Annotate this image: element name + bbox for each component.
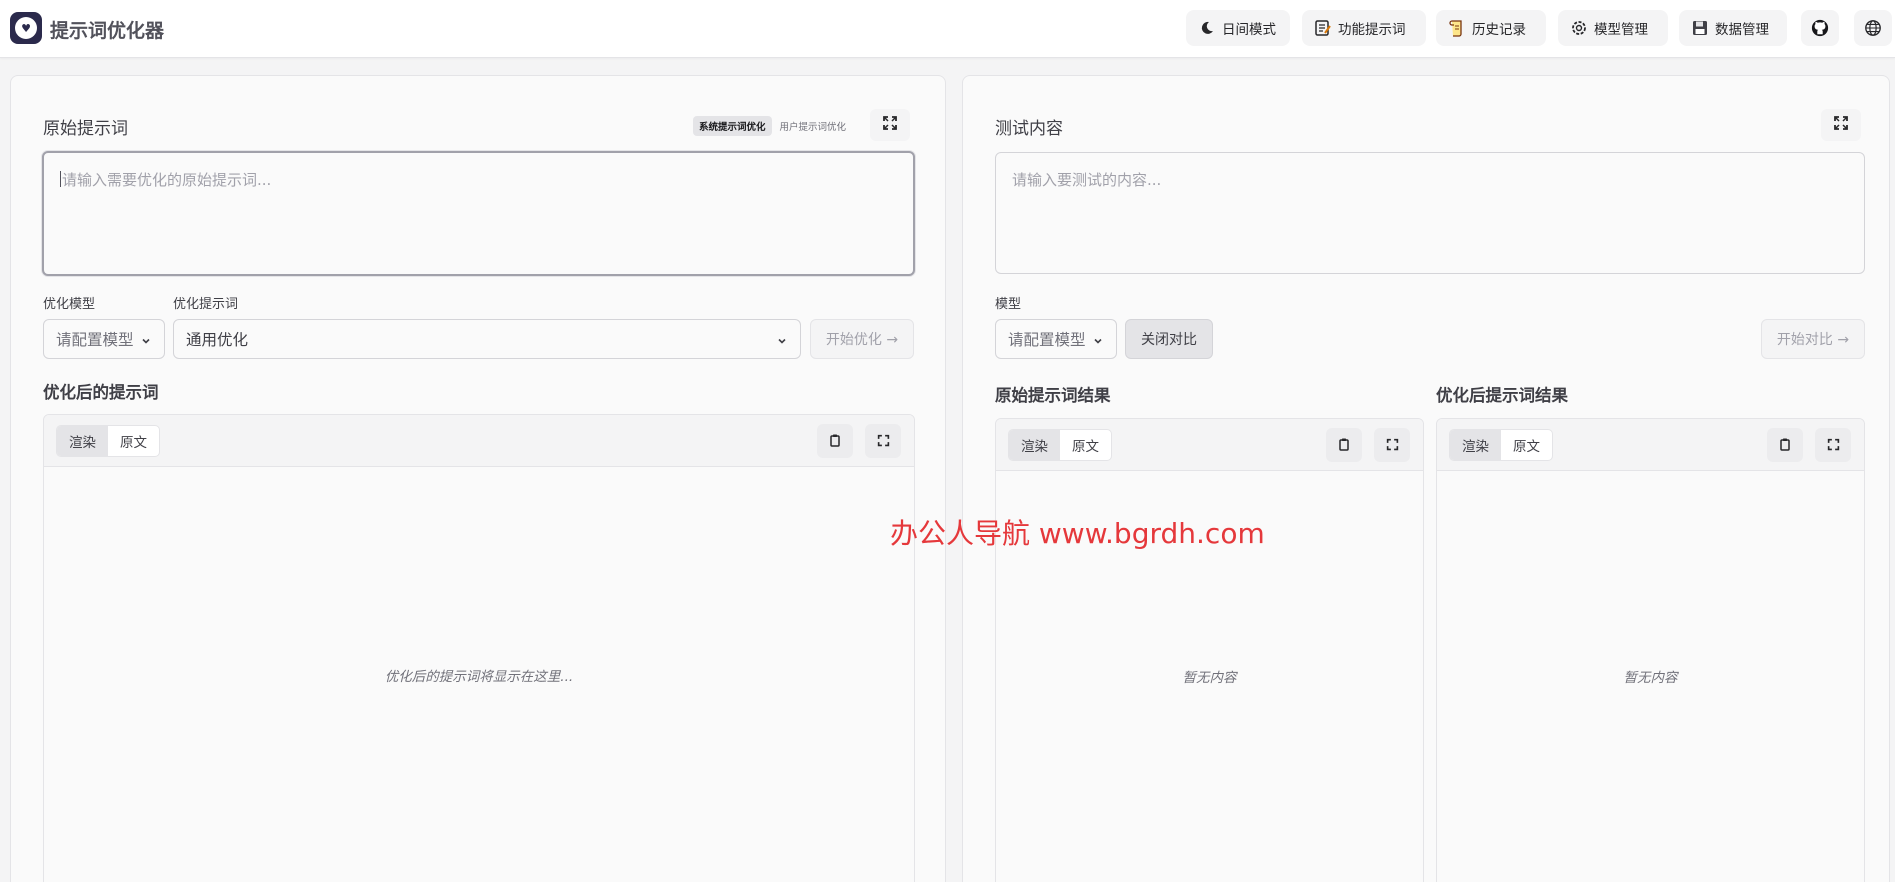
expand-icon bbox=[877, 432, 890, 451]
fullscreen-button[interactable] bbox=[865, 424, 901, 458]
language-button[interactable] bbox=[1854, 10, 1892, 46]
original-prompt-title: 原始提示词 bbox=[43, 119, 128, 139]
github-icon bbox=[1811, 19, 1829, 37]
render-tab[interactable]: 渲染 bbox=[1450, 430, 1501, 460]
render-tab[interactable]: 渲染 bbox=[57, 426, 108, 456]
theme-toggle-button[interactable]: 日间模式 bbox=[1186, 10, 1290, 46]
source-tab[interactable]: 原文 bbox=[108, 426, 159, 456]
output-toolbar: 渲染 原文 bbox=[44, 415, 914, 467]
system-prompt-mode-tab[interactable]: 系统提示词优化 bbox=[693, 116, 772, 136]
history-label: 历史记录 bbox=[1472, 22, 1526, 38]
optimized-output-box: 渲染 原文 优化后的提示词将显示在这里... bbox=[43, 414, 915, 882]
view-mode-toggle: 渲染 原文 bbox=[56, 425, 160, 457]
source-tab[interactable]: 原文 bbox=[1060, 430, 1111, 460]
optimize-template-label: 优化提示词 bbox=[173, 297, 239, 312]
test-content-title: 测试内容 bbox=[995, 119, 1063, 139]
expand-input-button[interactable] bbox=[870, 109, 910, 141]
watermark-text: 办公人导航 www.bgrdh.com bbox=[890, 517, 1265, 550]
optimized-output-placeholder: 优化后的提示词将显示在这里... bbox=[384, 669, 574, 685]
render-tab[interactable]: 渲染 bbox=[1009, 430, 1060, 460]
optimized-result-box: 渲染 原文 暂无内容 bbox=[1436, 418, 1865, 882]
copy-button[interactable] bbox=[817, 424, 853, 458]
top-header: ♥ 提示词优化器 日间模式 功能提示词 历史记录 模型管理 数据管理 bbox=[0, 0, 1895, 58]
text-caret bbox=[60, 171, 61, 187]
user-prompt-mode-tab[interactable]: 用户提示词优化 bbox=[780, 119, 847, 133]
optimize-model-select[interactable]: 请配置模型 bbox=[43, 319, 165, 359]
result-toolbar: 渲染 原文 bbox=[1437, 419, 1864, 471]
fullscreen-button[interactable] bbox=[1374, 428, 1410, 462]
expand-icon bbox=[1827, 436, 1840, 455]
original-prompt-input[interactable]: 请输入需要优化的原始提示词... bbox=[42, 151, 915, 276]
original-prompt-placeholder: 请输入需要优化的原始提示词... bbox=[62, 171, 272, 189]
test-model-label: 模型 bbox=[995, 297, 1022, 312]
start-compare-button[interactable]: 开始对比 → bbox=[1761, 319, 1865, 359]
expand-icon bbox=[1833, 115, 1849, 135]
optimized-result-title: 优化后提示词结果 bbox=[1436, 386, 1568, 405]
optimized-prompt-title: 优化后的提示词 bbox=[43, 383, 159, 402]
function-prompts-button[interactable]: 功能提示词 bbox=[1302, 10, 1426, 46]
clipboard-icon bbox=[828, 432, 842, 451]
view-mode-toggle: 渲染 原文 bbox=[1008, 429, 1112, 461]
theme-toggle-label: 日间模式 bbox=[1222, 22, 1276, 38]
gear-icon bbox=[1570, 19, 1588, 37]
original-result-title: 原始提示词结果 bbox=[995, 386, 1111, 405]
data-management-label: 数据管理 bbox=[1715, 22, 1769, 38]
expand-icon bbox=[1386, 436, 1399, 455]
notepad-icon bbox=[1314, 19, 1332, 37]
clipboard-icon bbox=[1778, 436, 1792, 455]
test-model-value: 请配置模型 bbox=[1008, 331, 1086, 349]
chevron-down-icon bbox=[1092, 333, 1104, 345]
view-mode-toggle: 渲染 原文 bbox=[1449, 429, 1553, 461]
github-button[interactable] bbox=[1801, 10, 1839, 46]
app-logo: ♥ bbox=[10, 12, 42, 44]
expand-icon bbox=[882, 115, 898, 135]
fullscreen-button[interactable] bbox=[1815, 428, 1851, 462]
optimize-mode-switch: 系统提示词优化 用户提示词优化 bbox=[693, 116, 846, 136]
optimizer-panel: 原始提示词 系统提示词优化 用户提示词优化 请输入需要优化的原始提示词... 优… bbox=[10, 75, 946, 882]
expand-test-input-button[interactable] bbox=[1821, 109, 1861, 141]
test-panel: 测试内容 请输入要测试的内容... 模型 请配置模型 关闭对比 开始对比 → 原… bbox=[962, 75, 1890, 882]
optimize-model-value: 请配置模型 bbox=[56, 331, 134, 349]
history-button[interactable]: 历史记录 bbox=[1436, 10, 1546, 46]
scroll-icon bbox=[1448, 19, 1466, 37]
test-model-select[interactable]: 请配置模型 bbox=[995, 319, 1117, 359]
function-prompts-label: 功能提示词 bbox=[1338, 22, 1406, 38]
optimized-result-empty: 暂无内容 bbox=[1623, 670, 1678, 686]
model-management-button[interactable]: 模型管理 bbox=[1558, 10, 1668, 46]
test-content-input[interactable]: 请输入要测试的内容... bbox=[995, 152, 1865, 274]
chevron-down-icon bbox=[776, 333, 788, 345]
floppy-disk-icon bbox=[1691, 19, 1709, 37]
data-management-button[interactable]: 数据管理 bbox=[1679, 10, 1787, 46]
optimize-model-label: 优化模型 bbox=[43, 297, 96, 312]
clipboard-icon bbox=[1337, 436, 1351, 455]
moon-icon bbox=[1198, 19, 1216, 37]
optimize-template-select[interactable]: 通用优化 bbox=[173, 319, 801, 359]
heart-icon: ♥ bbox=[15, 17, 37, 39]
copy-button[interactable] bbox=[1767, 428, 1803, 462]
copy-button[interactable] bbox=[1326, 428, 1362, 462]
source-tab[interactable]: 原文 bbox=[1501, 430, 1552, 460]
original-result-empty: 暂无内容 bbox=[1182, 670, 1237, 686]
chevron-down-icon bbox=[140, 333, 152, 345]
globe-icon bbox=[1864, 19, 1882, 37]
optimize-template-value: 通用优化 bbox=[186, 331, 249, 349]
app-title: 提示词优化器 bbox=[50, 20, 165, 42]
model-management-label: 模型管理 bbox=[1594, 22, 1648, 38]
start-optimize-button[interactable]: 开始优化 → bbox=[810, 319, 914, 359]
compare-toggle-button[interactable]: 关闭对比 bbox=[1125, 319, 1213, 359]
result-toolbar: 渲染 原文 bbox=[996, 419, 1423, 471]
original-result-box: 渲染 原文 暂无内容 bbox=[995, 418, 1424, 882]
